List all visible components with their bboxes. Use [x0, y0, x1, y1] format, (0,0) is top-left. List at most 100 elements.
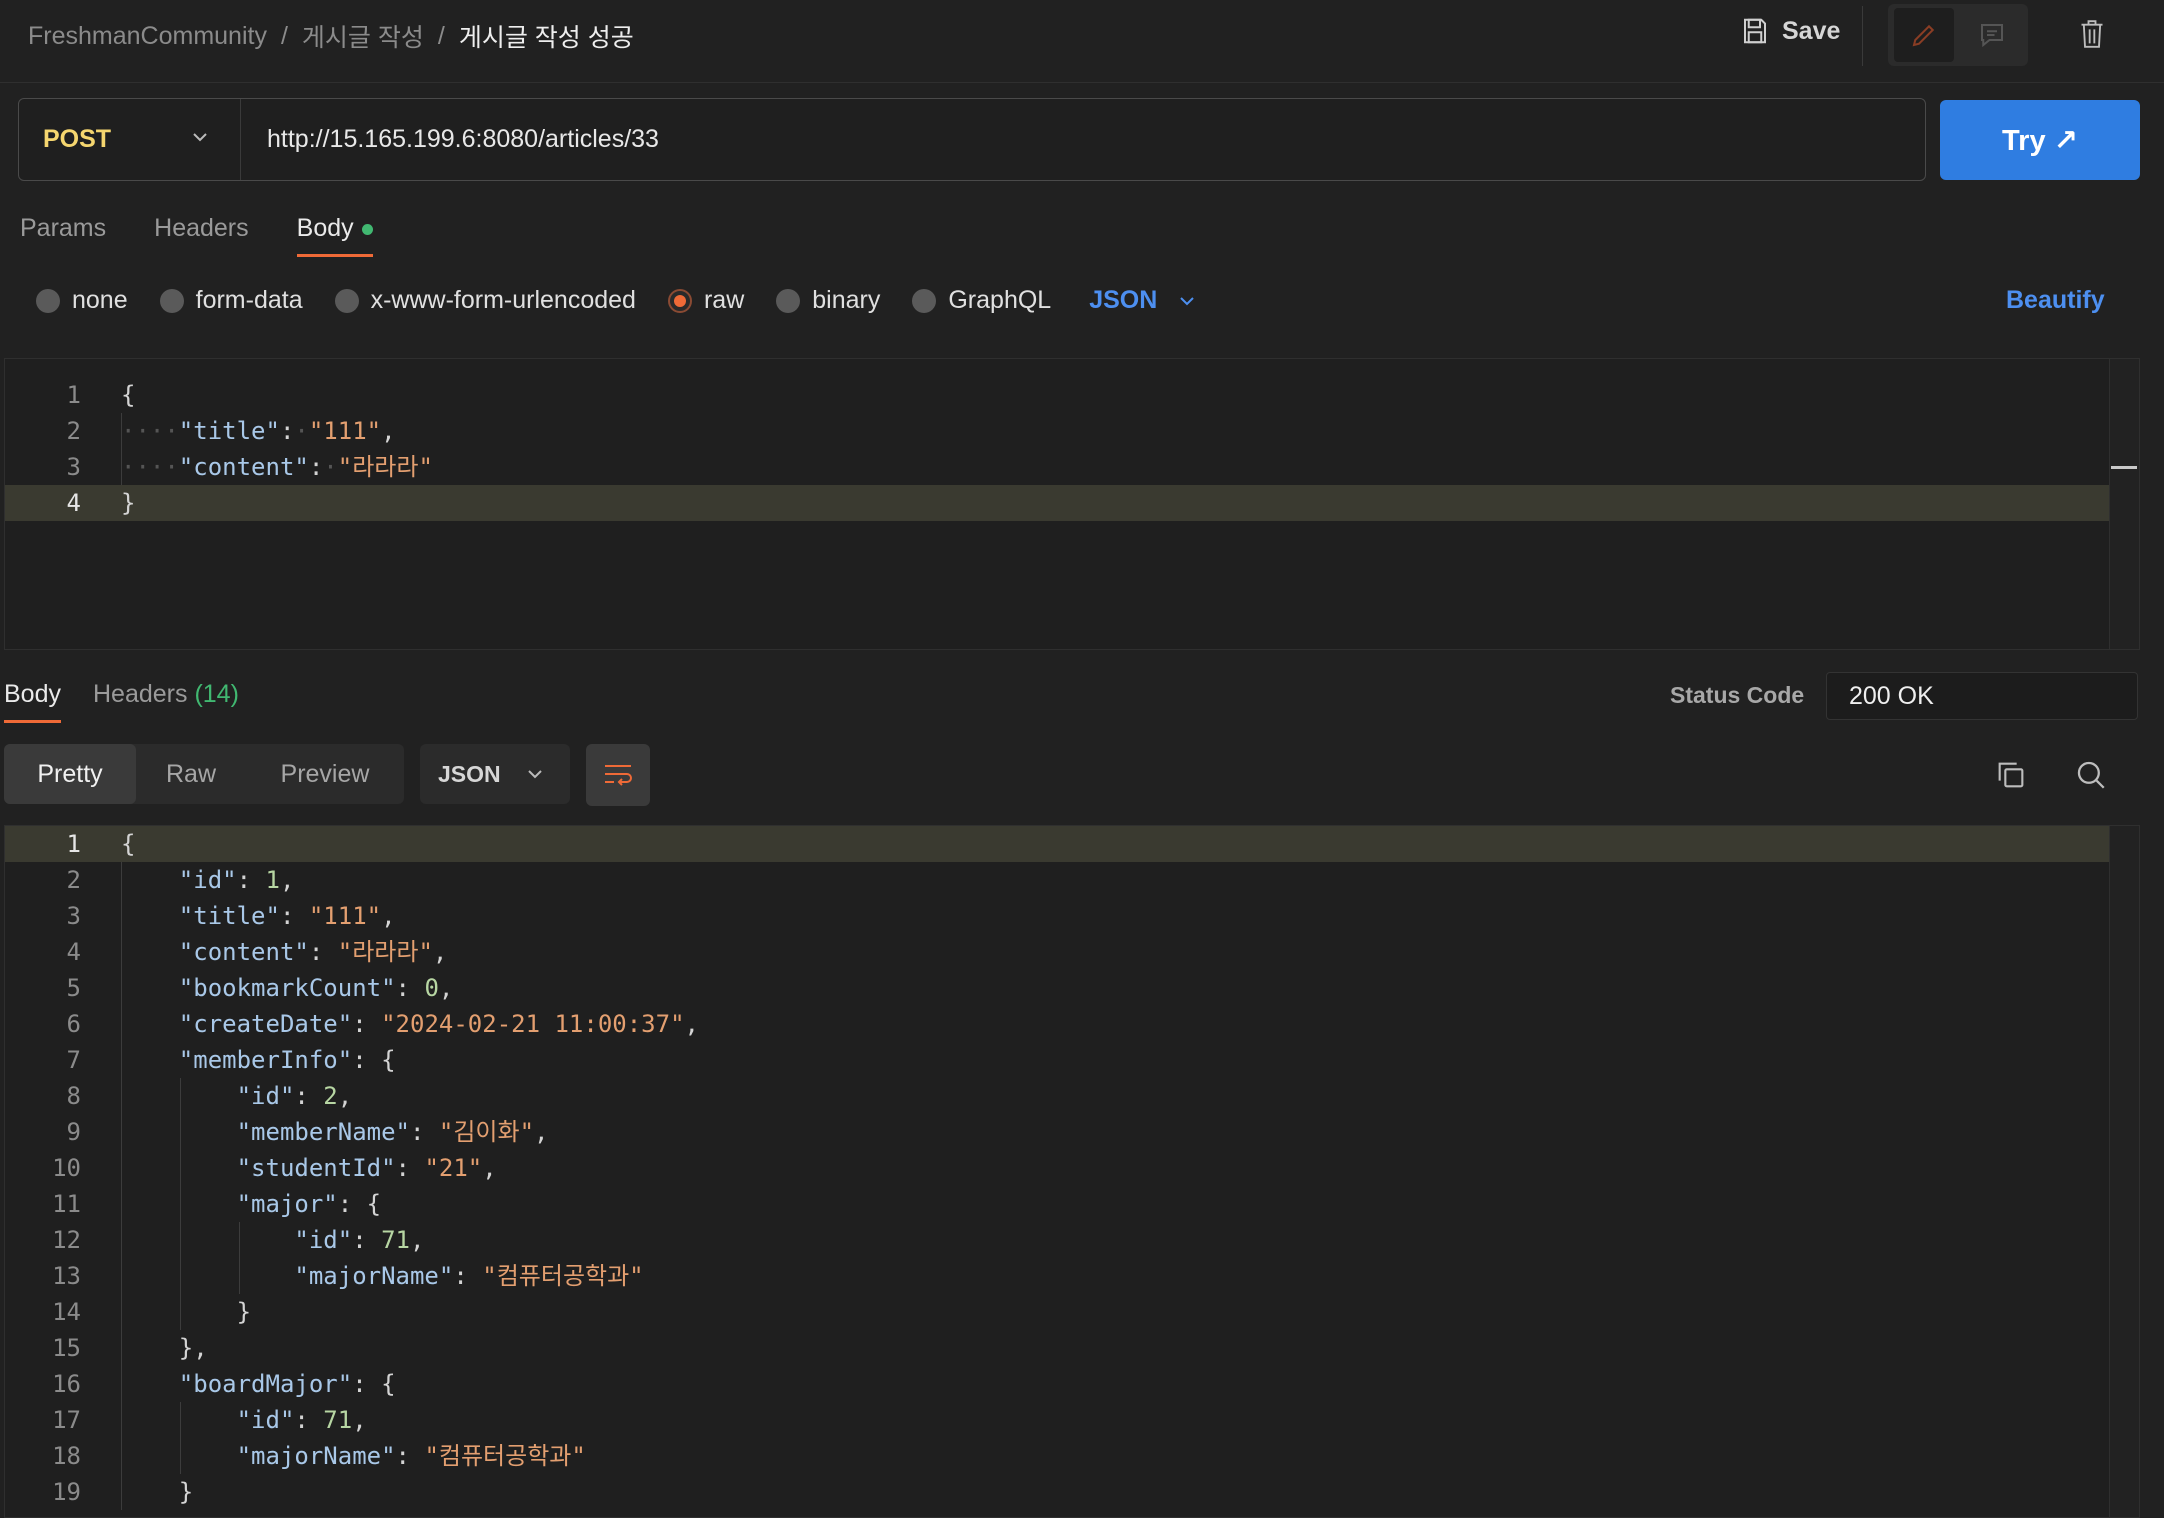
breadcrumb: FreshmanCommunity / 게시글 작성 / 게시글 작성 성공: [28, 18, 634, 54]
copy-button[interactable]: [1994, 758, 2028, 797]
code-line: 10 "studentId": "21",: [52, 1154, 497, 1182]
request-tabs: Params Headers Body: [20, 214, 373, 257]
response-body-viewer[interactable]: 1{ 2 "id": 1, 3 "title": "111", 4 "conte…: [4, 825, 2140, 1518]
url-bar: POST http://15.165.199.6:8080/articles/3…: [18, 98, 1926, 181]
radio-urlencoded[interactable]: x-www-form-urlencoded: [334, 286, 636, 315]
save-label: Save: [1782, 16, 1841, 45]
radio-circle: [334, 288, 359, 313]
chevron-down-icon: [527, 770, 542, 779]
body-type-selector: none form-data x-www-form-urlencoded raw…: [36, 286, 1197, 315]
breadcrumb-separator: /: [280, 21, 288, 50]
response-format-select[interactable]: JSON: [420, 744, 570, 804]
code-line: 14 }: [52, 1298, 252, 1326]
code-line: 3 ····"content":·"라라라": [66, 453, 433, 481]
tab-body-label: Body: [296, 214, 354, 242]
indent-guide: [239, 1222, 240, 1294]
code-line: 1{: [66, 381, 136, 409]
response-tabs: Body Headers (14): [4, 680, 239, 723]
trash-icon: [2081, 20, 2103, 48]
code-line-current: 4}: [5, 485, 2139, 521]
body-indicator-dot: [361, 223, 373, 235]
code-line: 15 },: [52, 1334, 208, 1362]
radio-label: binary: [812, 286, 881, 314]
url-input[interactable]: http://15.165.199.6:8080/articles/33: [267, 99, 659, 180]
radio-graphql[interactable]: GraphQL: [912, 286, 1051, 315]
radio-label: form-data: [195, 286, 303, 314]
copy-icon: [1998, 762, 2024, 788]
top-bar: FreshmanCommunity / 게시글 작성 / 게시글 작성 성공 S…: [0, 0, 2164, 83]
radio-circle-selected: [667, 288, 692, 313]
tab-params[interactable]: Params: [20, 214, 106, 257]
view-raw[interactable]: Raw: [136, 744, 246, 804]
breadcrumb-folder[interactable]: 게시글 작성: [302, 18, 424, 54]
scroll-position-marker: [2111, 466, 2137, 469]
code-line: 19 }: [52, 1478, 194, 1506]
radio-none[interactable]: none: [36, 286, 128, 315]
response-tab-headers-label: Headers: [92, 680, 188, 708]
comment-icon: [1981, 24, 2003, 48]
comments-button[interactable]: [1962, 8, 2022, 62]
code-line: 16 "boardMajor": {: [52, 1370, 396, 1398]
breadcrumb-collection[interactable]: FreshmanCommunity: [28, 22, 267, 51]
radio-form-data[interactable]: form-data: [159, 286, 303, 315]
raw-format-label: JSON: [1089, 286, 1158, 314]
radio-circle: [912, 288, 937, 313]
save-button[interactable]: Save: [1740, 16, 1840, 46]
radio-binary[interactable]: binary: [776, 286, 880, 315]
code-line: 5 "bookmarkCount": 0,: [66, 974, 454, 1002]
view-mode-toggle: [1888, 4, 2028, 66]
code-line: 9 "memberName": "김이화",: [66, 1118, 549, 1146]
code-line: 7 "memberInfo": {: [66, 1046, 396, 1074]
code-line: 13 "majorName": "컴퓨터공학과": [52, 1262, 644, 1290]
wrap-lines-icon: [605, 765, 632, 786]
chevron-down-icon: [1180, 296, 1195, 305]
indent-guide: [180, 1402, 181, 1474]
view-pretty[interactable]: Pretty: [4, 744, 136, 804]
indent-guide: [121, 862, 122, 1510]
search-icon: [2077, 761, 2105, 789]
indent-guide: [180, 1078, 181, 1330]
response-view-segmented: Pretty Raw Preview: [4, 744, 404, 804]
headers-count: (14): [194, 680, 239, 708]
code-line-current: 1{: [5, 826, 2139, 862]
code-line: 18 "majorName": "컴퓨터공학과": [52, 1442, 586, 1470]
tab-body[interactable]: Body: [296, 214, 373, 257]
radio-label: GraphQL: [948, 286, 1052, 314]
breadcrumb-request[interactable]: 게시글 작성 성공: [459, 18, 634, 54]
request-body-editor[interactable]: 1{ 2 ····"title":·"111", 3 ····"content":·…: [4, 358, 2140, 650]
radio-label: raw: [703, 286, 745, 314]
response-tab-headers[interactable]: Headers (14): [93, 680, 239, 723]
raw-format-select[interactable]: JSON: [1089, 286, 1197, 315]
radio-circle: [776, 288, 801, 313]
status-code-label: Status Code: [1670, 682, 1805, 708]
chevron-down-icon: [193, 133, 207, 142]
code-line: 3 "title": "111",: [66, 902, 396, 930]
method-select[interactable]: POST: [19, 99, 241, 180]
code-line: 17 "id": 71,: [52, 1406, 367, 1434]
radio-label: x-www-form-urlencoded: [370, 286, 636, 314]
pencil-icon: [1912, 24, 1935, 47]
wrap-lines-button[interactable]: [586, 744, 650, 806]
response-format-label: JSON: [438, 760, 501, 787]
beautify-button[interactable]: Beautify: [2006, 286, 2105, 315]
code-line: 2 ····"title":·"111",: [66, 417, 396, 445]
radio-raw[interactable]: raw: [667, 286, 745, 315]
method-label: POST: [43, 125, 112, 153]
viewer-scrollbar[interactable]: [2109, 826, 2139, 1517]
code-line: 12 "id": 71,: [52, 1226, 425, 1254]
divider: [1862, 6, 1863, 66]
indent-guide: [121, 413, 122, 485]
breadcrumb-separator: /: [437, 21, 445, 50]
delete-button[interactable]: [2072, 14, 2112, 54]
status-code-value: 200 OK: [1826, 672, 2138, 720]
radio-circle: [36, 288, 60, 313]
try-button[interactable]: Try ↗: [1940, 100, 2140, 180]
tab-headers[interactable]: Headers: [154, 214, 249, 257]
view-preview[interactable]: Preview: [246, 744, 404, 804]
search-button[interactable]: [2074, 758, 2108, 797]
editor-scrollbar[interactable]: [2109, 359, 2139, 649]
response-tab-body[interactable]: Body: [4, 680, 61, 723]
edit-mode-button[interactable]: [1894, 8, 1954, 62]
code-line: 11 "major": {: [52, 1190, 382, 1218]
code-line: 8 "id": 2,: [66, 1082, 353, 1110]
